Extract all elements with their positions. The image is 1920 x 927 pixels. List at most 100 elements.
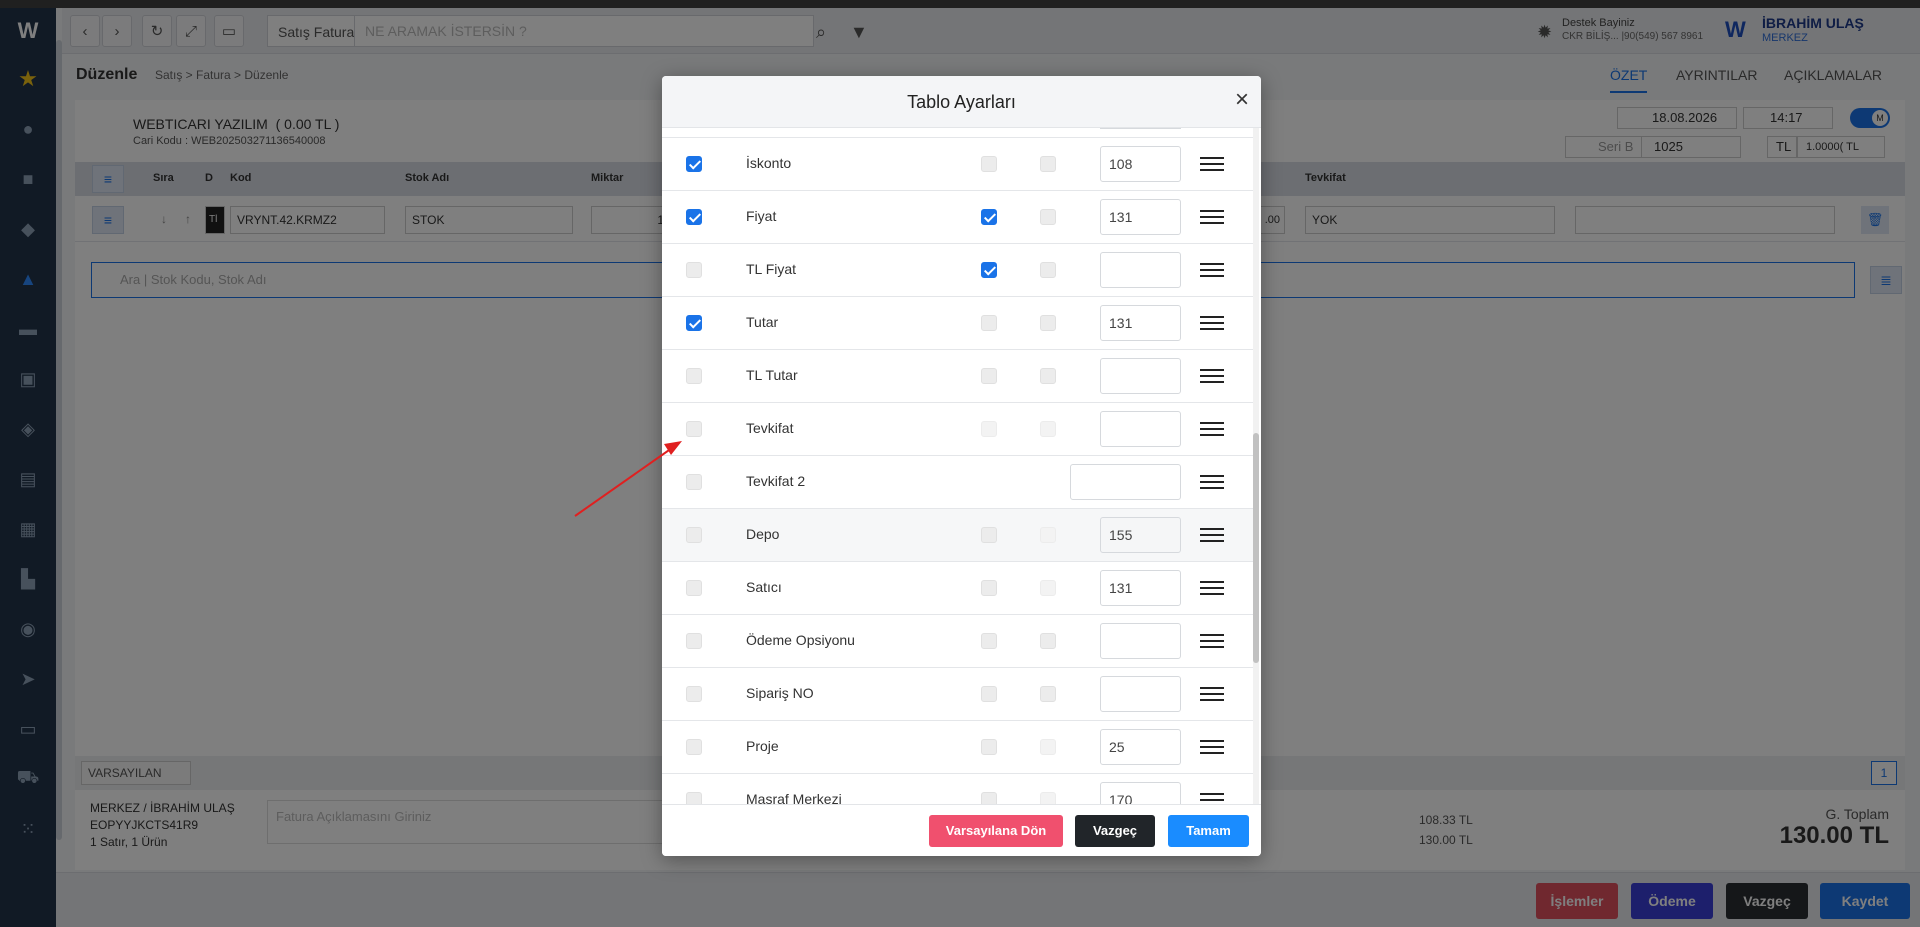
table-settings-dialog: Tablo Ayarları × İskonto 108 Fiyat 131 TL Fi… (662, 76, 1261, 856)
option-checkbox-1[interactable] (981, 262, 997, 278)
option-checkbox-2[interactable] (1040, 686, 1056, 702)
option-checkbox-2[interactable] (1040, 527, 1056, 543)
drag-handle-icon[interactable] (1200, 157, 1224, 171)
visible-checkbox[interactable] (686, 474, 702, 490)
list-item: Tevkifat 2 (662, 456, 1253, 509)
option-checkbox-1[interactable] (981, 686, 997, 702)
width-input[interactable]: 131 (1100, 305, 1181, 341)
option-checkbox-1[interactable] (981, 421, 997, 437)
width-input[interactable] (1100, 411, 1181, 447)
list-item: İskonto 108 (662, 138, 1253, 191)
column-label: Tevkifat (746, 420, 794, 436)
dialog-header: Tablo Ayarları × (662, 76, 1261, 128)
drag-handle-icon[interactable] (1200, 422, 1224, 436)
drag-handle-icon[interactable] (1200, 687, 1224, 701)
width-input[interactable] (1070, 464, 1181, 500)
option-checkbox-1[interactable] (981, 315, 997, 331)
option-checkbox-1[interactable] (981, 156, 997, 172)
reset-default-button[interactable]: Varsayılana Dön (929, 815, 1063, 847)
column-label: Sipariş NO (746, 685, 814, 701)
column-label: Masraf Merkezi (746, 791, 842, 804)
column-label: Tutar (746, 314, 779, 330)
option-checkbox-2[interactable] (1040, 368, 1056, 384)
option-checkbox-2[interactable] (1040, 156, 1056, 172)
column-label: İskonto (746, 155, 792, 171)
drag-handle-icon[interactable] (1200, 263, 1224, 277)
option-checkbox-2[interactable] (1040, 315, 1056, 331)
dialog-scroll-thumb[interactable] (1253, 433, 1259, 663)
visible-checkbox[interactable] (686, 527, 702, 543)
option-checkbox-1[interactable] (981, 580, 997, 596)
list-item: Sipariş NO (662, 668, 1253, 721)
option-checkbox-1[interactable] (981, 527, 997, 543)
option-checkbox-2[interactable] (1040, 792, 1056, 804)
list-item: Depo 155 (662, 509, 1253, 562)
visible-checkbox[interactable] (686, 368, 702, 384)
list-item: Masraf Merkezi 170 (662, 774, 1253, 804)
drag-handle-icon[interactable] (1200, 581, 1224, 595)
column-label: Depo (746, 526, 780, 542)
column-label: Ödeme Opsiyonu (746, 632, 855, 648)
option-checkbox-2[interactable] (1040, 633, 1056, 649)
visible-checkbox[interactable] (686, 421, 702, 437)
drag-handle-icon[interactable] (1200, 634, 1224, 648)
width-input[interactable] (1100, 623, 1181, 659)
width-input[interactable]: 25 (1100, 729, 1181, 765)
option-checkbox-1[interactable] (981, 792, 997, 804)
visible-checkbox[interactable] (686, 580, 702, 596)
option-checkbox-2[interactable] (1040, 209, 1056, 225)
close-icon[interactable]: × (1235, 88, 1249, 112)
option-checkbox-1[interactable] (981, 739, 997, 755)
cancel-button[interactable]: Vazgeç (1075, 815, 1155, 847)
list-item: Ödeme Opsiyonu (662, 615, 1253, 668)
option-checkbox-2[interactable] (1040, 739, 1056, 755)
visible-checkbox[interactable] (686, 633, 702, 649)
drag-handle-icon[interactable] (1200, 210, 1224, 224)
visible-checkbox[interactable] (686, 262, 702, 278)
width-input[interactable] (1100, 676, 1181, 712)
width-input[interactable]: 108 (1100, 146, 1181, 182)
option-checkbox-2[interactable] (1040, 262, 1056, 278)
width-input[interactable] (1100, 128, 1181, 129)
list-item: Tevkifat (662, 403, 1253, 456)
option-checkbox-2[interactable] (1040, 580, 1056, 596)
visible-checkbox[interactable] (686, 686, 702, 702)
drag-handle-icon[interactable] (1200, 369, 1224, 383)
option-checkbox-1[interactable] (981, 209, 997, 225)
drag-handle-icon[interactable] (1200, 793, 1224, 804)
column-label: Tevkifat 2 (746, 473, 806, 489)
option-checkbox-2[interactable] (1040, 421, 1056, 437)
width-input[interactable] (1100, 252, 1181, 288)
visible-checkbox[interactable] (686, 209, 702, 225)
option-checkbox-1[interactable] (981, 368, 997, 384)
dialog-footer: Varsayılana Dön Vazgeç Tamam (662, 804, 1261, 856)
list-item: Proje 25 (662, 721, 1253, 774)
drag-handle-icon[interactable] (1200, 475, 1224, 489)
drag-handle-icon[interactable] (1200, 316, 1224, 330)
column-label: Proje (746, 738, 779, 754)
list-item: TL Tutar (662, 350, 1253, 403)
visible-checkbox[interactable] (686, 792, 702, 804)
visible-checkbox[interactable] (686, 739, 702, 755)
column-label: Fiyat (746, 208, 777, 224)
ok-button[interactable]: Tamam (1168, 815, 1249, 847)
width-input[interactable] (1100, 358, 1181, 394)
visible-checkbox[interactable] (686, 315, 702, 331)
list-item (662, 128, 1253, 138)
width-input[interactable]: 155 (1100, 517, 1181, 553)
width-input[interactable]: 170 (1100, 782, 1181, 804)
drag-handle-icon[interactable] (1200, 528, 1224, 542)
list-item: Fiyat 131 (662, 191, 1253, 244)
drag-handle-icon[interactable] (1200, 740, 1224, 754)
width-input[interactable]: 131 (1100, 570, 1181, 606)
column-label: TL Tutar (746, 367, 798, 383)
dialog-title: Tablo Ayarları (907, 92, 1016, 112)
option-checkbox-1[interactable] (981, 633, 997, 649)
dialog-body: İskonto 108 Fiyat 131 TL Fiyat Tutar 131 TL Tut… (662, 128, 1261, 804)
width-input[interactable]: 131 (1100, 199, 1181, 235)
column-label: Satıcı (746, 579, 782, 595)
column-label: TL Fiyat (746, 261, 797, 277)
list-item: TL Fiyat (662, 244, 1253, 297)
visible-checkbox[interactable] (686, 156, 702, 172)
list-item: Tutar 131 (662, 297, 1253, 350)
